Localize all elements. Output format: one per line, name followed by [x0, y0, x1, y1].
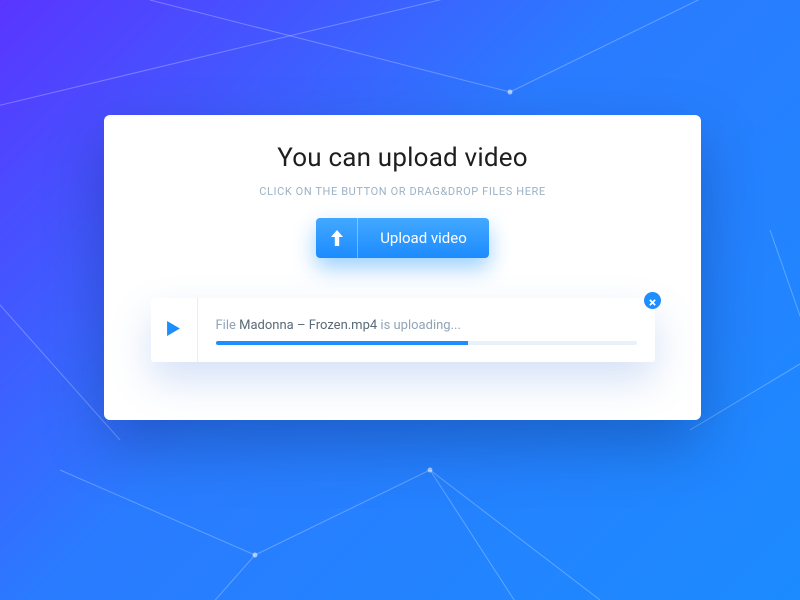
cancel-upload-button[interactable] [644, 292, 661, 309]
file-name: Madonna – Frozen.mp4 [239, 318, 377, 333]
file-prefix: File [216, 318, 240, 333]
file-suffix: is uploading... [377, 318, 461, 333]
file-status-text: File Madonna – Frozen.mp4 is uploading..… [216, 318, 637, 333]
play-button[interactable] [151, 298, 197, 362]
upload-arrow-icon [316, 218, 358, 258]
upload-video-button[interactable]: Upload video [316, 218, 489, 258]
upload-subtitle: CLICK ON THE BUTTON OR DRAG&DROP FILES H… [259, 185, 546, 198]
upload-progress-bar [216, 341, 637, 345]
upload-progress-fill [216, 341, 469, 345]
upload-title: You can upload video [277, 143, 528, 173]
uploading-file-row: File Madonna – Frozen.mp4 is uploading..… [151, 298, 655, 362]
close-icon [649, 291, 656, 310]
upload-card[interactable]: You can upload video CLICK ON THE BUTTON… [104, 115, 701, 420]
file-info: File Madonna – Frozen.mp4 is uploading..… [198, 298, 655, 362]
play-icon [167, 321, 180, 340]
uploading-file-container: File Madonna – Frozen.mp4 is uploading..… [151, 298, 655, 362]
upload-video-button-label: Upload video [358, 218, 489, 258]
